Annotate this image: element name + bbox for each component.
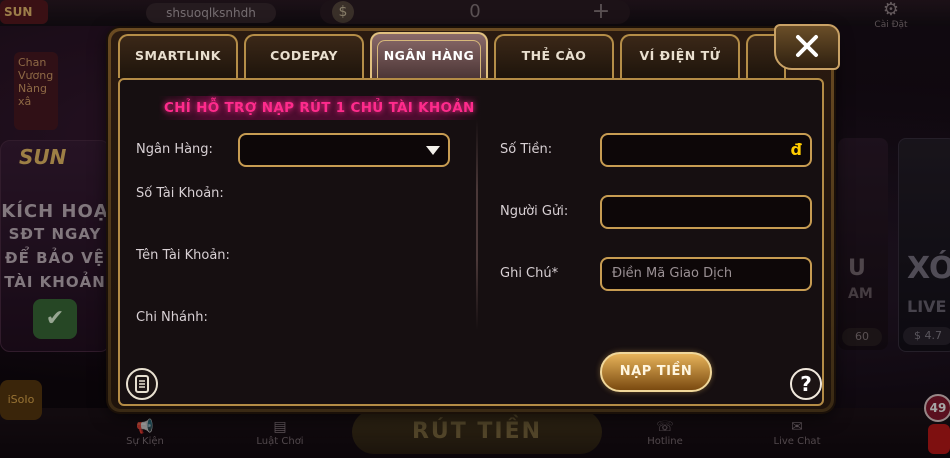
sender-label: Người Gửi: [500,204,569,219]
tab-label: SMARTLINK [135,48,221,63]
deposit-form: CHỈ HỖ TRỢ NẠP RÚT 1 CHỦ TÀI KHOẢN Ngân … [118,78,824,406]
question-icon: ? [800,372,812,396]
bank-label: Ngân Hàng: [136,142,213,157]
clipboard-icon [135,375,149,393]
note-placeholder: Điền Mã Giao Dịch [612,266,733,281]
history-button[interactable] [126,368,158,400]
close-button[interactable] [774,24,840,70]
sender-input[interactable] [600,195,812,229]
notice-banner: CHỈ HỖ TRỢ NẠP RÚT 1 CHỦ TÀI KHOẢN [158,96,481,120]
note-label: Ghi Chú* [500,266,559,281]
tab-label: NGÂN HÀNG [383,48,475,63]
deposit-submit-button[interactable]: NẠP TIỀN [600,352,712,392]
chevron-down-icon [426,146,440,155]
tab-label: THẺ CÀO [521,48,587,63]
branch-label: Chi Nhánh: [136,310,208,325]
amount-input[interactable]: đ [600,133,812,167]
note-input[interactable]: Điền Mã Giao Dịch [600,257,812,291]
tab-label: CODEPAY [270,48,338,63]
amount-label: Số Tiền: [500,142,553,157]
help-button[interactable]: ? [790,368,822,400]
tab-e-wallet[interactable]: VÍ ĐIỆN TỬ [620,34,740,78]
tab-label: VÍ ĐIỆN TỬ [639,48,721,63]
bank-select[interactable] [238,133,450,167]
deposit-modal: SMARTLINK CODEPAY NGÂN HÀNG THẺ CÀO VÍ Đ… [108,28,834,412]
currency-symbol: đ [790,140,802,159]
account-number-label: Số Tài Khoản: [136,186,224,201]
tab-scratch-card[interactable]: THẺ CÀO [494,34,614,78]
tab-codepay[interactable]: CODEPAY [244,34,364,78]
tab-bank[interactable]: NGÂN HÀNG [370,32,488,80]
close-icon [796,35,818,57]
column-divider [476,120,478,330]
account-name-label: Tên Tài Khoản: [136,248,230,263]
tab-smartlink[interactable]: SMARTLINK [118,34,238,78]
